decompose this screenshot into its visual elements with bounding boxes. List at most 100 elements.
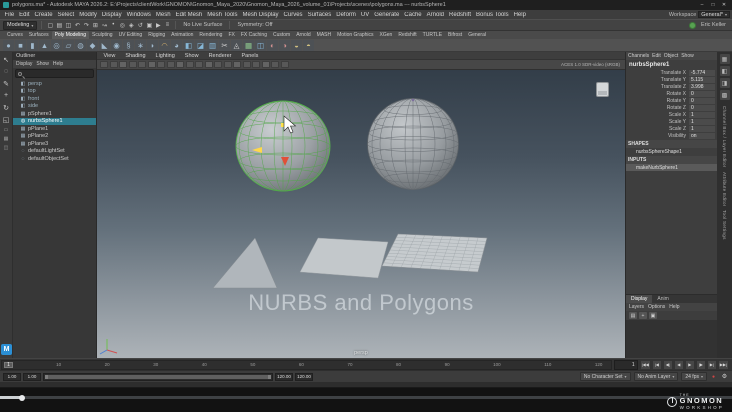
auto-keyframe-icon[interactable]: ● bbox=[709, 372, 718, 381]
step-forward-frame-button[interactable]: |▶ bbox=[695, 359, 706, 370]
render-settings-icon[interactable]: ≡ bbox=[163, 21, 171, 30]
multisample-aa-icon[interactable] bbox=[214, 61, 222, 68]
outliner-item-front[interactable]: ◧ front bbox=[13, 95, 96, 103]
redo-icon[interactable]: ↷ bbox=[82, 21, 90, 30]
menu-bonus-tools[interactable]: Bonus Tools bbox=[474, 12, 512, 18]
layers-toggle-icon[interactable]: ▤ bbox=[629, 312, 637, 319]
anim-layer-dropdown[interactable]: No Anim Layer ▾ bbox=[633, 372, 679, 381]
open-scene-icon[interactable]: ▤ bbox=[55, 21, 63, 30]
time-slider-track[interactable]: 1 1102030405060708090100110120 bbox=[1, 359, 612, 370]
channel-box-menu-show[interactable]: Show bbox=[681, 53, 694, 59]
new-layer-from-selected-icon[interactable]: ▣ bbox=[649, 312, 657, 319]
shelf-tab-turtle[interactable]: TURTLE bbox=[420, 31, 445, 39]
shelf-tab-arnold[interactable]: Arnold bbox=[293, 31, 313, 39]
channel-value-field[interactable]: 1 bbox=[689, 125, 715, 132]
menu-select[interactable]: Select bbox=[55, 12, 77, 18]
shelf-tab-custom[interactable]: Custom bbox=[270, 31, 293, 39]
construction-history-icon[interactable]: ↺ bbox=[136, 21, 144, 30]
new-scene-icon[interactable]: ▢ bbox=[46, 21, 54, 30]
outliner-search-field[interactable] bbox=[15, 69, 94, 78]
isolate-select-icon[interactable] bbox=[233, 61, 241, 68]
channel-value-field[interactable]: 0 bbox=[689, 90, 715, 97]
outliner-menu-help[interactable]: Help bbox=[53, 61, 63, 67]
input-node-name[interactable]: makeNurbSphere1 bbox=[626, 164, 717, 171]
shelf-tab-animation[interactable]: Animation bbox=[168, 31, 196, 39]
super-ellipse-icon[interactable]: ◗ bbox=[147, 39, 158, 51]
maya-taskbar-icon[interactable]: M bbox=[1, 344, 12, 355]
channel-value-field[interactable]: 1 bbox=[689, 111, 715, 118]
gamma-icon[interactable] bbox=[271, 61, 279, 68]
select-tool-icon[interactable]: ↖ bbox=[1, 54, 12, 65]
video-progress-handle[interactable] bbox=[18, 394, 25, 401]
poly-sphere[interactable] bbox=[367, 98, 459, 190]
shelf-tab-surfaces[interactable]: Surfaces bbox=[26, 31, 52, 39]
poly-plane-middle[interactable] bbox=[299, 237, 389, 279]
channel-box-tab-icon[interactable]: ▦ bbox=[719, 54, 730, 64]
outliner-item-defaultobjectset[interactable]: ◌ defaultObjectSet bbox=[13, 155, 96, 163]
menu-edit[interactable]: Edit bbox=[17, 12, 32, 18]
shape-node-name[interactable]: nurbsSphereShape1 bbox=[626, 148, 717, 155]
bookmarks-icon[interactable] bbox=[128, 61, 137, 68]
nurbs-sphere[interactable] bbox=[235, 100, 331, 192]
lasso-tool-icon[interactable]: ◌ bbox=[1, 66, 12, 77]
workspace-dropdown[interactable]: General* ▾ bbox=[698, 11, 730, 18]
menu-redshift[interactable]: Redshift bbox=[446, 12, 473, 18]
mirror-icon[interactable]: ◫ bbox=[255, 39, 266, 51]
shadows-icon[interactable] bbox=[185, 61, 194, 68]
lock-camera-icon[interactable] bbox=[109, 61, 118, 68]
channel-value-field[interactable]: 3.998 bbox=[689, 83, 715, 90]
channel-value-field[interactable]: 0 bbox=[689, 104, 715, 111]
channel-object-name[interactable]: nurbsSphere1 bbox=[626, 60, 717, 69]
play-forwards-button[interactable]: ▶ bbox=[684, 359, 695, 370]
channel-value-field[interactable]: 0 bbox=[689, 97, 715, 104]
fps-dropdown[interactable]: 24 fps ▾ bbox=[681, 372, 707, 381]
menu-cache[interactable]: Cache bbox=[402, 12, 424, 18]
shelf-tab-xgen[interactable]: XGen bbox=[377, 31, 396, 39]
snap-to-grid-icon[interactable]: ⊞ bbox=[91, 21, 99, 30]
close-button[interactable]: ✕ bbox=[719, 1, 729, 9]
animation-preferences-icon[interactable]: ⚙ bbox=[720, 372, 729, 381]
snap-to-view-plane-icon[interactable]: ◎ bbox=[118, 21, 126, 30]
menu-curves[interactable]: Curves bbox=[281, 12, 305, 18]
shelf-tab-poly-modeling[interactable]: Poly Modeling bbox=[51, 31, 89, 39]
snap-to-point-icon[interactable]: • bbox=[109, 21, 117, 30]
current-frame-marker[interactable]: 1 bbox=[4, 361, 13, 368]
channel-box-menu-channels[interactable]: Channels bbox=[628, 53, 649, 59]
outliner-item-pplane1[interactable]: ▦ pPlane1 bbox=[13, 125, 96, 133]
menu-mesh[interactable]: Mesh bbox=[153, 12, 173, 18]
range-slider[interactable] bbox=[43, 372, 273, 381]
ipr-render-icon[interactable]: ▶ bbox=[154, 21, 162, 30]
ambient-occlusion-icon[interactable] bbox=[195, 61, 203, 68]
shaded-mode-icon[interactable] bbox=[157, 61, 165, 68]
shelf-tab-uv-editing[interactable]: UV Editing bbox=[116, 31, 146, 39]
playback-end-field[interactable]: 120.00 bbox=[275, 372, 293, 381]
multi-cut-icon[interactable]: ✂ bbox=[219, 39, 230, 51]
new-empty-layer-icon[interactable]: + bbox=[639, 312, 647, 319]
current-time-field[interactable]: 1 bbox=[613, 359, 638, 370]
layout-single-pane-icon[interactable]: ▭ bbox=[1, 126, 12, 134]
menu-edit-mesh[interactable]: Edit Mesh bbox=[173, 12, 205, 18]
outliner-menu-display[interactable]: Display bbox=[16, 61, 32, 67]
shelf-tab-redshift[interactable]: Redshift bbox=[395, 31, 419, 39]
no-live-surface-label[interactable]: No Live Surface bbox=[180, 22, 225, 28]
menu-mesh-tools[interactable]: Mesh Tools bbox=[205, 12, 240, 18]
render-current-frame-icon[interactable]: ▣ bbox=[145, 21, 153, 30]
select-camera-icon[interactable] bbox=[100, 61, 108, 68]
video-progress-track[interactable] bbox=[0, 394, 732, 401]
boolean-difference-icon[interactable]: ◑ bbox=[279, 39, 290, 51]
shelf-tab-motion-graphics[interactable]: Motion Graphics bbox=[334, 31, 376, 39]
menu-uv[interactable]: UV bbox=[358, 12, 371, 18]
symmetry-label[interactable]: Symmetry: Off bbox=[234, 22, 275, 28]
combine-icon[interactable]: ◒ bbox=[291, 39, 302, 51]
depth-of-field-icon[interactable] bbox=[223, 61, 232, 68]
viewport-menu-show[interactable]: Show bbox=[182, 53, 201, 59]
polygon-sphere-icon[interactable]: ● bbox=[3, 39, 14, 51]
wireframe-mode-icon[interactable] bbox=[147, 61, 156, 68]
shelf-tab-fx-caching[interactable]: FX Caching bbox=[238, 31, 270, 39]
user-avatar[interactable] bbox=[688, 21, 696, 29]
menu-deform[interactable]: Deform bbox=[334, 12, 359, 18]
range-end-field[interactable]: 120.00 bbox=[295, 372, 313, 381]
polygon-cone-icon[interactable]: ▲ bbox=[39, 39, 50, 51]
image-plane-icon[interactable] bbox=[138, 61, 146, 68]
attribute-editor-tab-icon[interactable]: ◧ bbox=[719, 66, 730, 76]
